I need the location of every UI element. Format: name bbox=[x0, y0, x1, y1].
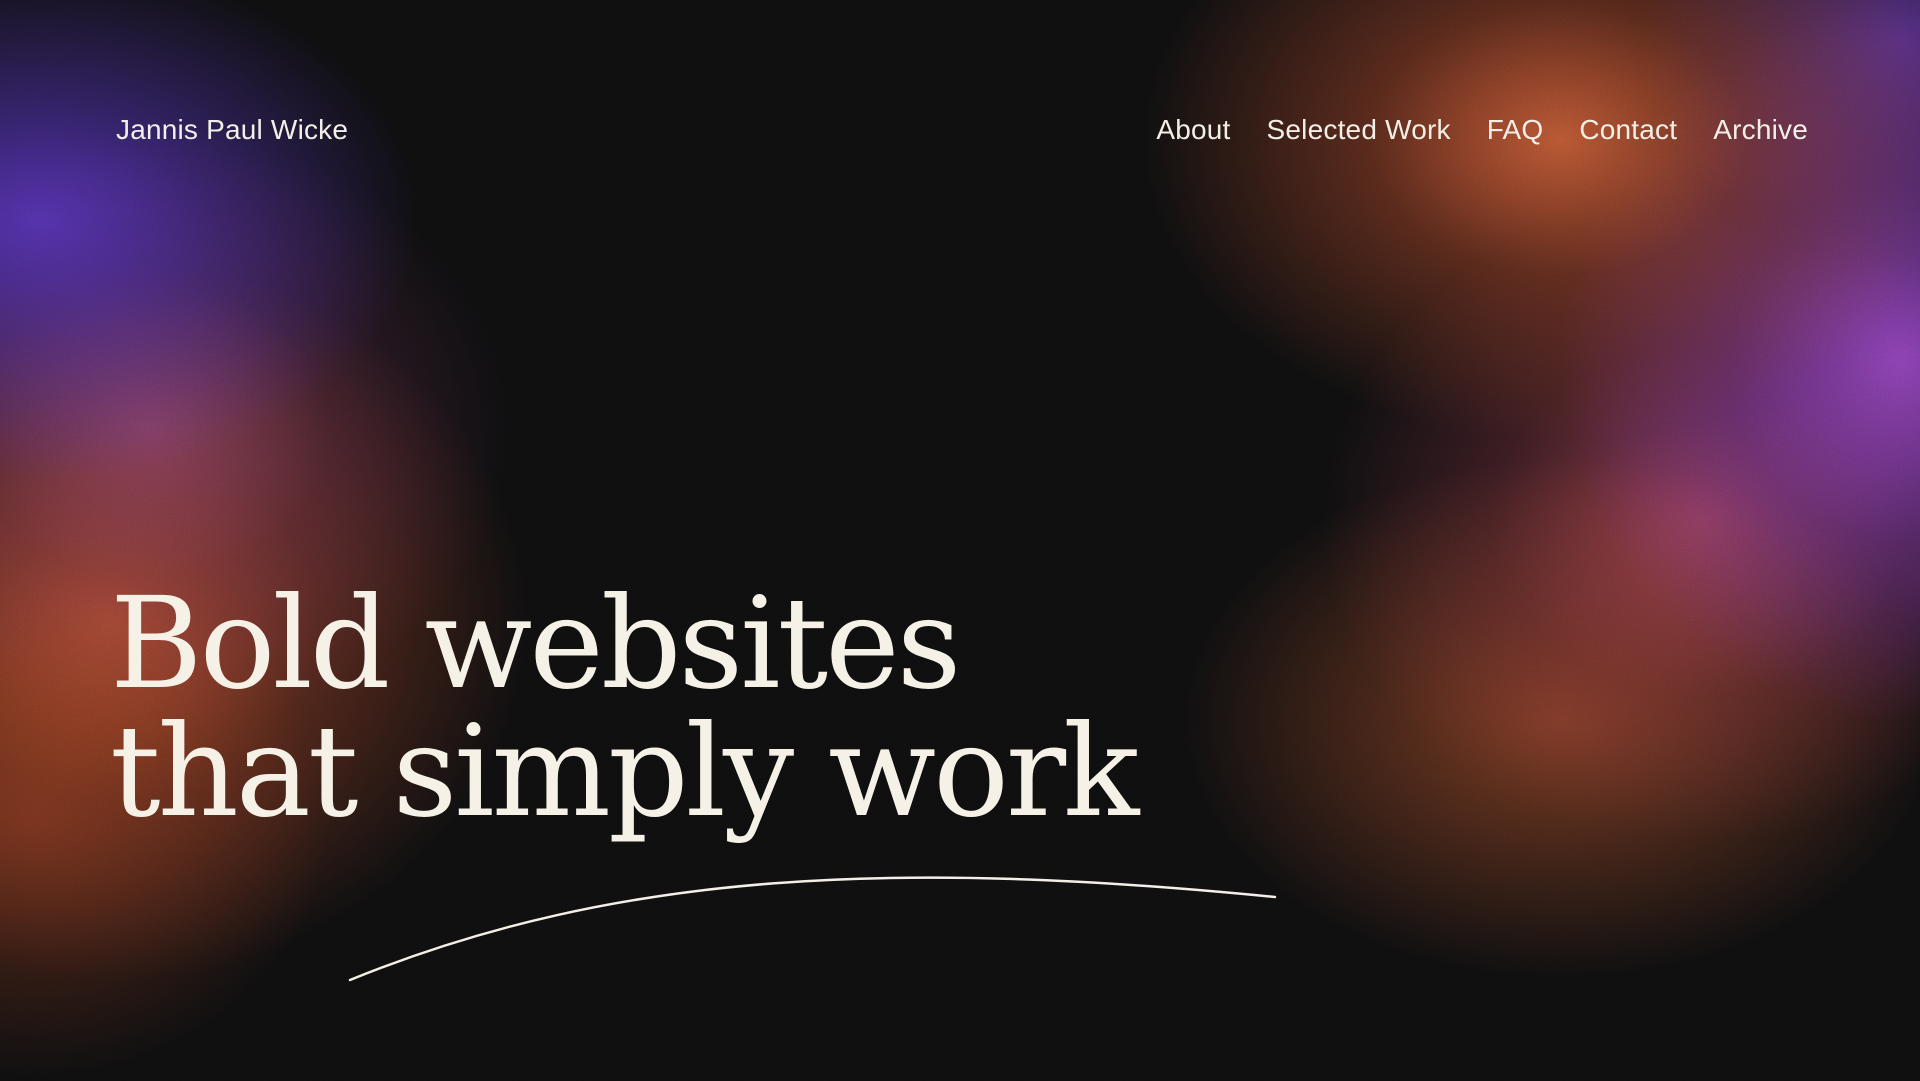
brand-logo-link[interactable]: Jannis Paul Wicke bbox=[116, 114, 348, 146]
nav-link-contact[interactable]: Contact bbox=[1579, 114, 1677, 146]
nav-link-archive[interactable]: Archive bbox=[1713, 114, 1808, 146]
nav-link-faq[interactable]: FAQ bbox=[1487, 114, 1544, 146]
nav-link-selected-work[interactable]: Selected Work bbox=[1267, 114, 1451, 146]
page: Jannis Paul Wicke About Selected Work FA… bbox=[0, 0, 1920, 1081]
nav-link-about[interactable]: About bbox=[1156, 114, 1230, 146]
hero-headline-line-1: Bold websites bbox=[110, 570, 961, 717]
main-navigation: About Selected Work FAQ Contact Archive bbox=[1156, 114, 1808, 146]
hero-headline-line-2: that simply work bbox=[110, 698, 1140, 845]
hero-section: Bold websites that simply work bbox=[110, 580, 1310, 836]
hero-headline: Bold websites that simply work bbox=[110, 580, 1310, 836]
site-header: Jannis Paul Wicke About Selected Work FA… bbox=[0, 0, 1920, 260]
